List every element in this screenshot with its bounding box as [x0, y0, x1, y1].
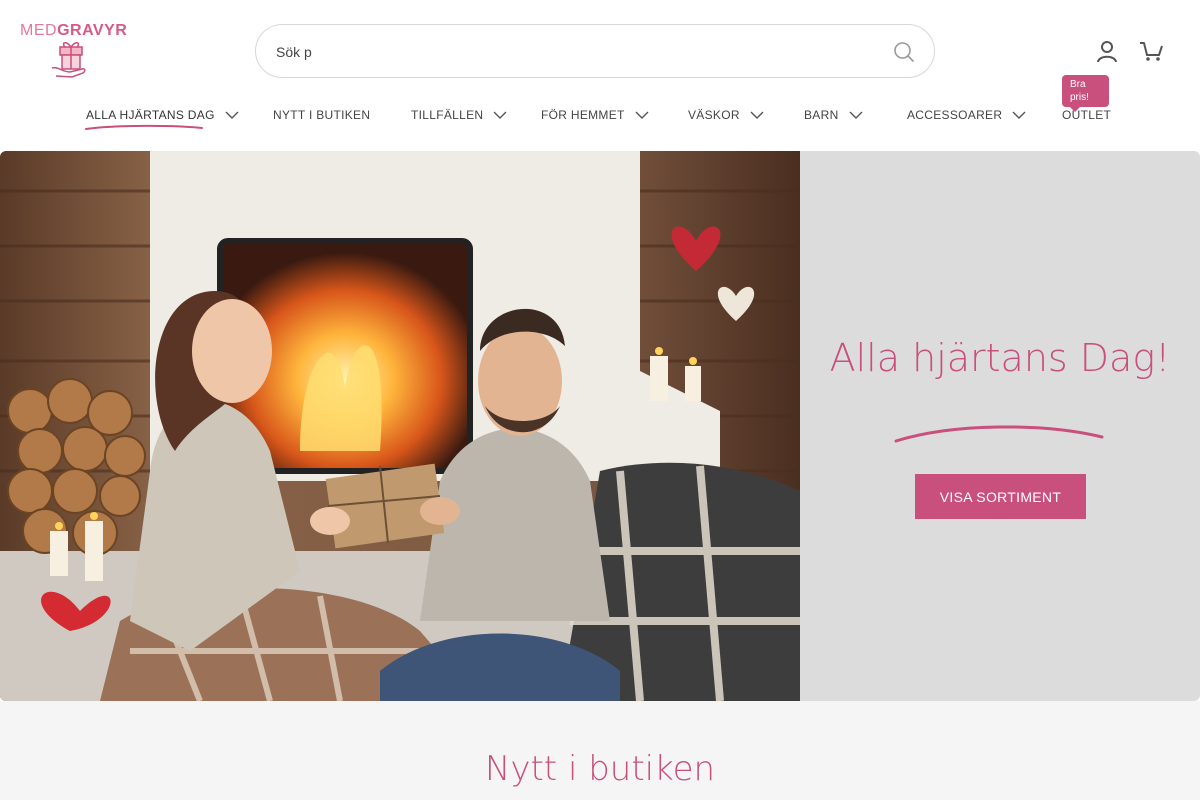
chevron-down-icon: [1012, 111, 1026, 119]
search-input[interactable]: [276, 39, 876, 65]
chevron-down-icon: [849, 111, 863, 119]
section-title: Nytt i butiken: [484, 749, 716, 789]
hero-photo: [0, 151, 800, 701]
new-arrivals-section: Nytt i butiken: [0, 701, 1200, 800]
hero-title: Alla hjärtans Dag!: [829, 336, 1171, 380]
cart-icon[interactable]: [1138, 38, 1164, 64]
account-icon[interactable]: [1094, 38, 1120, 64]
hero-image[interactable]: [0, 151, 800, 701]
hero-underline-swoosh: [894, 425, 1104, 443]
search-icon[interactable]: [892, 40, 916, 64]
nav-item-barn[interactable]: BARN: [804, 108, 863, 122]
nav-item-accessoarer[interactable]: ACCESSOARER: [907, 108, 1026, 122]
search-bar[interactable]: [255, 24, 935, 78]
site-header: MEDGRAVYR Bra pris! ALLA HJÄRTANS DAG: [0, 0, 1200, 151]
site-logo[interactable]: MEDGRAVYR: [20, 20, 127, 80]
nav-item-outlet[interactable]: OUTLET: [1062, 108, 1111, 122]
nav-item-nytt-i-butiken[interactable]: NYTT I BUTIKEN: [273, 108, 370, 122]
nav-item-vaskor[interactable]: VÄSKOR: [688, 108, 764, 122]
chevron-down-icon: [225, 111, 239, 119]
hero-panel: Alla hjärtans Dag! VISA SORTIMENT: [800, 151, 1200, 701]
nav-item-tillfallen[interactable]: TILLFÄLLEN: [411, 108, 507, 122]
active-nav-underline: [85, 124, 203, 130]
nav-item-for-hemmet[interactable]: FÖR HEMMET: [541, 108, 649, 122]
chevron-down-icon: [750, 111, 764, 119]
nav-item-alla-hjartans-dag[interactable]: ALLA HJÄRTANS DAG: [86, 108, 239, 122]
visa-sortiment-button[interactable]: VISA SORTIMENT: [915, 474, 1086, 519]
gift-hand-icon: [51, 42, 86, 78]
chevron-down-icon: [493, 111, 507, 119]
chevron-down-icon: [635, 111, 649, 119]
